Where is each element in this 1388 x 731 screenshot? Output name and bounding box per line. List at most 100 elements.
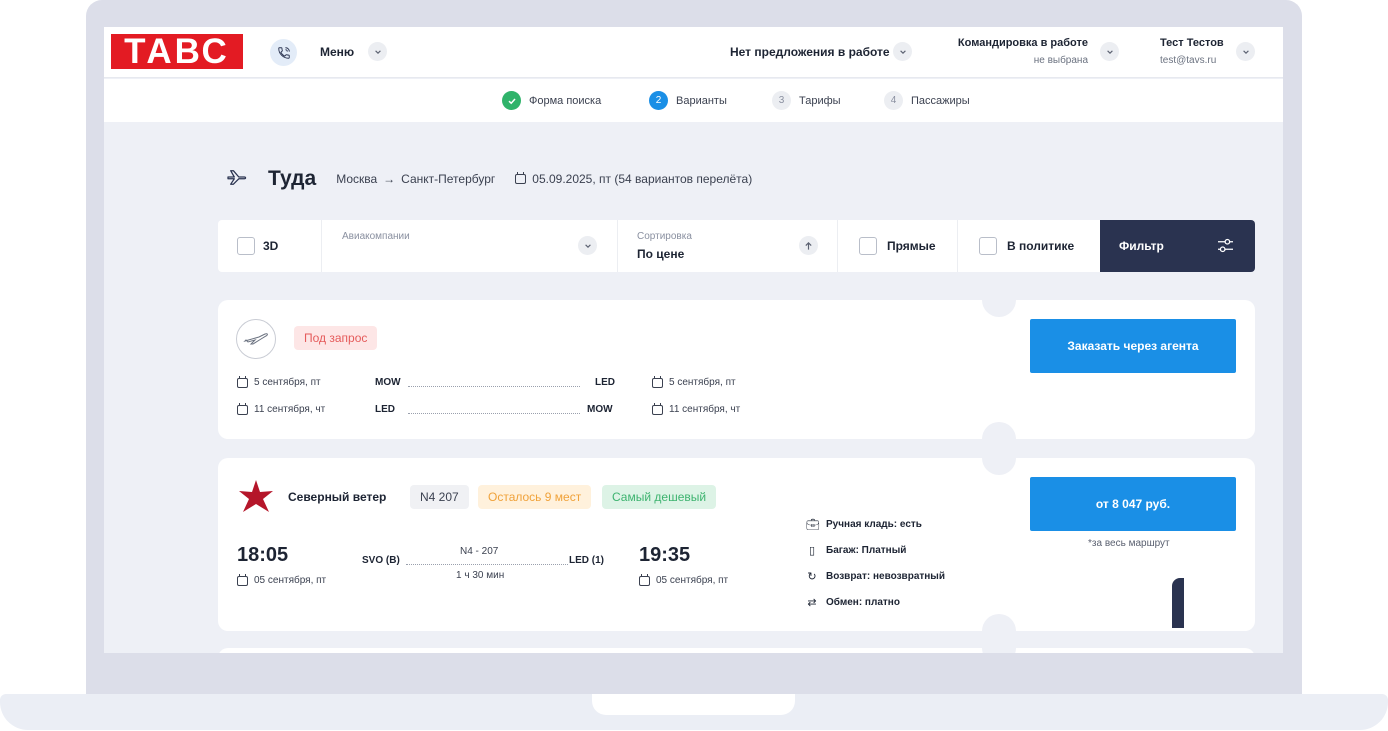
feature-exchange: ⇄ Обмен: платно <box>806 596 900 609</box>
arrival-time: 19:35 <box>639 544 691 566</box>
segment-route-line <box>408 386 580 387</box>
sort-value: По цене <box>637 247 685 261</box>
filter-direct[interactable]: Прямые <box>838 220 958 272</box>
flight-card-next <box>218 648 1255 653</box>
flight-card-offer: Северный ветер N4 207 Осталось 9 мест Са… <box>218 458 1255 631</box>
calendar-icon <box>652 375 663 388</box>
sort-select[interactable]: Сортировка По цене <box>618 220 838 272</box>
menu-chevron-down-icon[interactable] <box>368 42 387 61</box>
feature-refund-text: Возврат: невозвратный <box>826 571 945 582</box>
route-summary: Москва → Санкт-Петербург 05.09.2025, пт … <box>336 172 752 186</box>
exchange-icon: ⇄ <box>807 597 817 609</box>
step-passengers[interactable]: 4 Пассажиры <box>884 91 970 110</box>
airlines-chevron-down-icon[interactable] <box>578 236 597 255</box>
step-label: Варианты <box>676 94 727 107</box>
checkbox-policy[interactable] <box>979 237 997 255</box>
side-panel-tab[interactable] <box>1172 578 1184 628</box>
price-note: *за весь маршрут <box>1088 538 1170 549</box>
segment-to-code: MOW <box>587 404 613 415</box>
feature-baggage: ▯ Багаж: Платный <box>806 544 906 557</box>
departure-airport: SVO (B) <box>362 555 400 566</box>
calendar-icon <box>237 402 248 415</box>
segment-departure-date-text: 5 сентября, пт <box>254 377 321 388</box>
step-label: Пассажиры <box>911 94 970 107</box>
seats-left-badge: Осталось 9 мест <box>478 485 592 509</box>
checkbox-3d[interactable] <box>237 237 255 255</box>
user-chevron-down-icon[interactable] <box>1236 42 1255 61</box>
airline-logo-placeholder-icon <box>236 319 276 359</box>
route-header: Туда Москва → Санкт-Петербург 05.09.2025… <box>226 167 752 191</box>
checkbox-direct[interactable] <box>859 237 877 255</box>
arrival-date-text: 05 сентября, пт <box>656 575 729 586</box>
trip-chevron-down-icon[interactable] <box>1100 42 1119 61</box>
phone-icon[interactable] <box>270 39 297 66</box>
route-from: Москва <box>336 172 378 186</box>
business-trip-label[interactable]: Командировка в работе <box>958 37 1088 49</box>
user-email: test@tavs.ru <box>1160 55 1217 66</box>
luggage-icon: ▯ <box>808 545 816 557</box>
card-notch-top <box>982 458 1016 475</box>
route-title: Туда <box>268 167 317 190</box>
flight-duration: 1 ч 30 мин <box>456 570 505 581</box>
top-header: ТАВС Меню Нет предложения в работе Коман… <box>104 27 1283 78</box>
brand-logo[interactable]: ТАВС <box>111 34 243 69</box>
arrow-right-icon: → <box>383 172 396 186</box>
segment-arrival-date: 11 сентября, чт <box>652 402 741 415</box>
menu-button[interactable]: Меню <box>320 45 354 59</box>
user-name[interactable]: Тест Тестов <box>1160 37 1224 49</box>
app-screen: ТАВС Меню Нет предложения в работе Коман… <box>104 27 1283 653</box>
feature-exchange-text: Обмен: платно <box>826 597 900 608</box>
segment-departure-date: 5 сентября, пт <box>237 375 321 388</box>
filter-policy[interactable]: В политике <box>958 220 1100 272</box>
flight-code: N4 - 207 <box>460 546 499 557</box>
flight-route-line <box>406 564 568 565</box>
route-date-info: 05.09.2025, пт (54 вариантов перелёта) <box>532 172 753 186</box>
arrival-airport: LED (1) <box>569 555 604 566</box>
calendar-icon <box>237 573 248 586</box>
airlines-label: Авиакомпании <box>342 231 410 242</box>
laptop-notch <box>592 694 795 715</box>
price-button[interactable]: от 8 047 руб. <box>1030 477 1236 531</box>
offers-dropdown-label[interactable]: Нет предложения в работе <box>730 45 890 59</box>
sliders-icon <box>1217 238 1234 258</box>
filter-3d[interactable]: 3D <box>218 220 322 272</box>
calendar-icon <box>515 172 527 184</box>
filter-button-label: Фильтр <box>1119 239 1164 253</box>
feature-hand-luggage-text: Ручная кладь: есть <box>826 519 922 530</box>
filter-direct-label: Прямые <box>887 239 936 253</box>
segment-route-line <box>408 413 580 414</box>
on-request-badge: Под запрос <box>294 326 378 350</box>
card-notch-bottom <box>982 422 1016 439</box>
segment-arrival-date-text: 11 сентября, чт <box>669 404 741 415</box>
airline-name: Северный ветер <box>288 490 387 504</box>
airplane-icon <box>226 168 248 191</box>
step-search-form[interactable]: Форма поиска <box>502 91 601 110</box>
offers-chevron-down-icon[interactable] <box>893 42 912 61</box>
feature-refund: ↻ Возврат: невозвратный <box>806 570 945 583</box>
feature-baggage-text: Багаж: Платный <box>826 545 907 556</box>
airline-star-logo-icon <box>236 477 276 517</box>
progress-steps: Форма поиска 2 Варианты 3 Тарифы 4 Пасса… <box>104 79 1283 122</box>
departure-date: 05 сентября, пт <box>237 573 327 586</box>
segment-arrival-date: 5 сентября, пт <box>652 375 736 388</box>
filter-button[interactable]: Фильтр <box>1100 220 1255 272</box>
order-via-agent-button[interactable]: Заказать через агента <box>1030 319 1236 373</box>
arrival-date: 05 сентября, пт <box>639 573 729 586</box>
step-variants[interactable]: 2 Варианты <box>649 91 727 110</box>
departure-time: 18:05 <box>237 544 289 566</box>
flight-card-on-request: Под запрос 5 сентября, пт MOW LED 5 сент… <box>218 300 1255 439</box>
filter-bar: 3D Авиакомпании Сортировка По цене Прямы… <box>218 220 1255 272</box>
card-notch-bottom <box>982 614 1016 631</box>
step-number: 3 <box>772 91 791 110</box>
segment-departure-date: 11 сентября, чт <box>237 402 325 415</box>
segment-arrival-date-text: 5 сентября, пт <box>669 377 736 388</box>
departure-date-text: 05 сентября, пт <box>254 575 327 586</box>
step-label: Тарифы <box>799 94 841 107</box>
segment-from-code: LED <box>375 404 395 415</box>
step-tariffs[interactable]: 3 Тарифы <box>772 91 841 110</box>
airlines-select[interactable]: Авиакомпании <box>322 220 618 272</box>
calendar-icon <box>639 573 650 586</box>
sort-arrow-up-icon[interactable] <box>799 236 818 255</box>
step-number: 4 <box>884 91 903 110</box>
filter-policy-label: В политике <box>1007 239 1075 253</box>
